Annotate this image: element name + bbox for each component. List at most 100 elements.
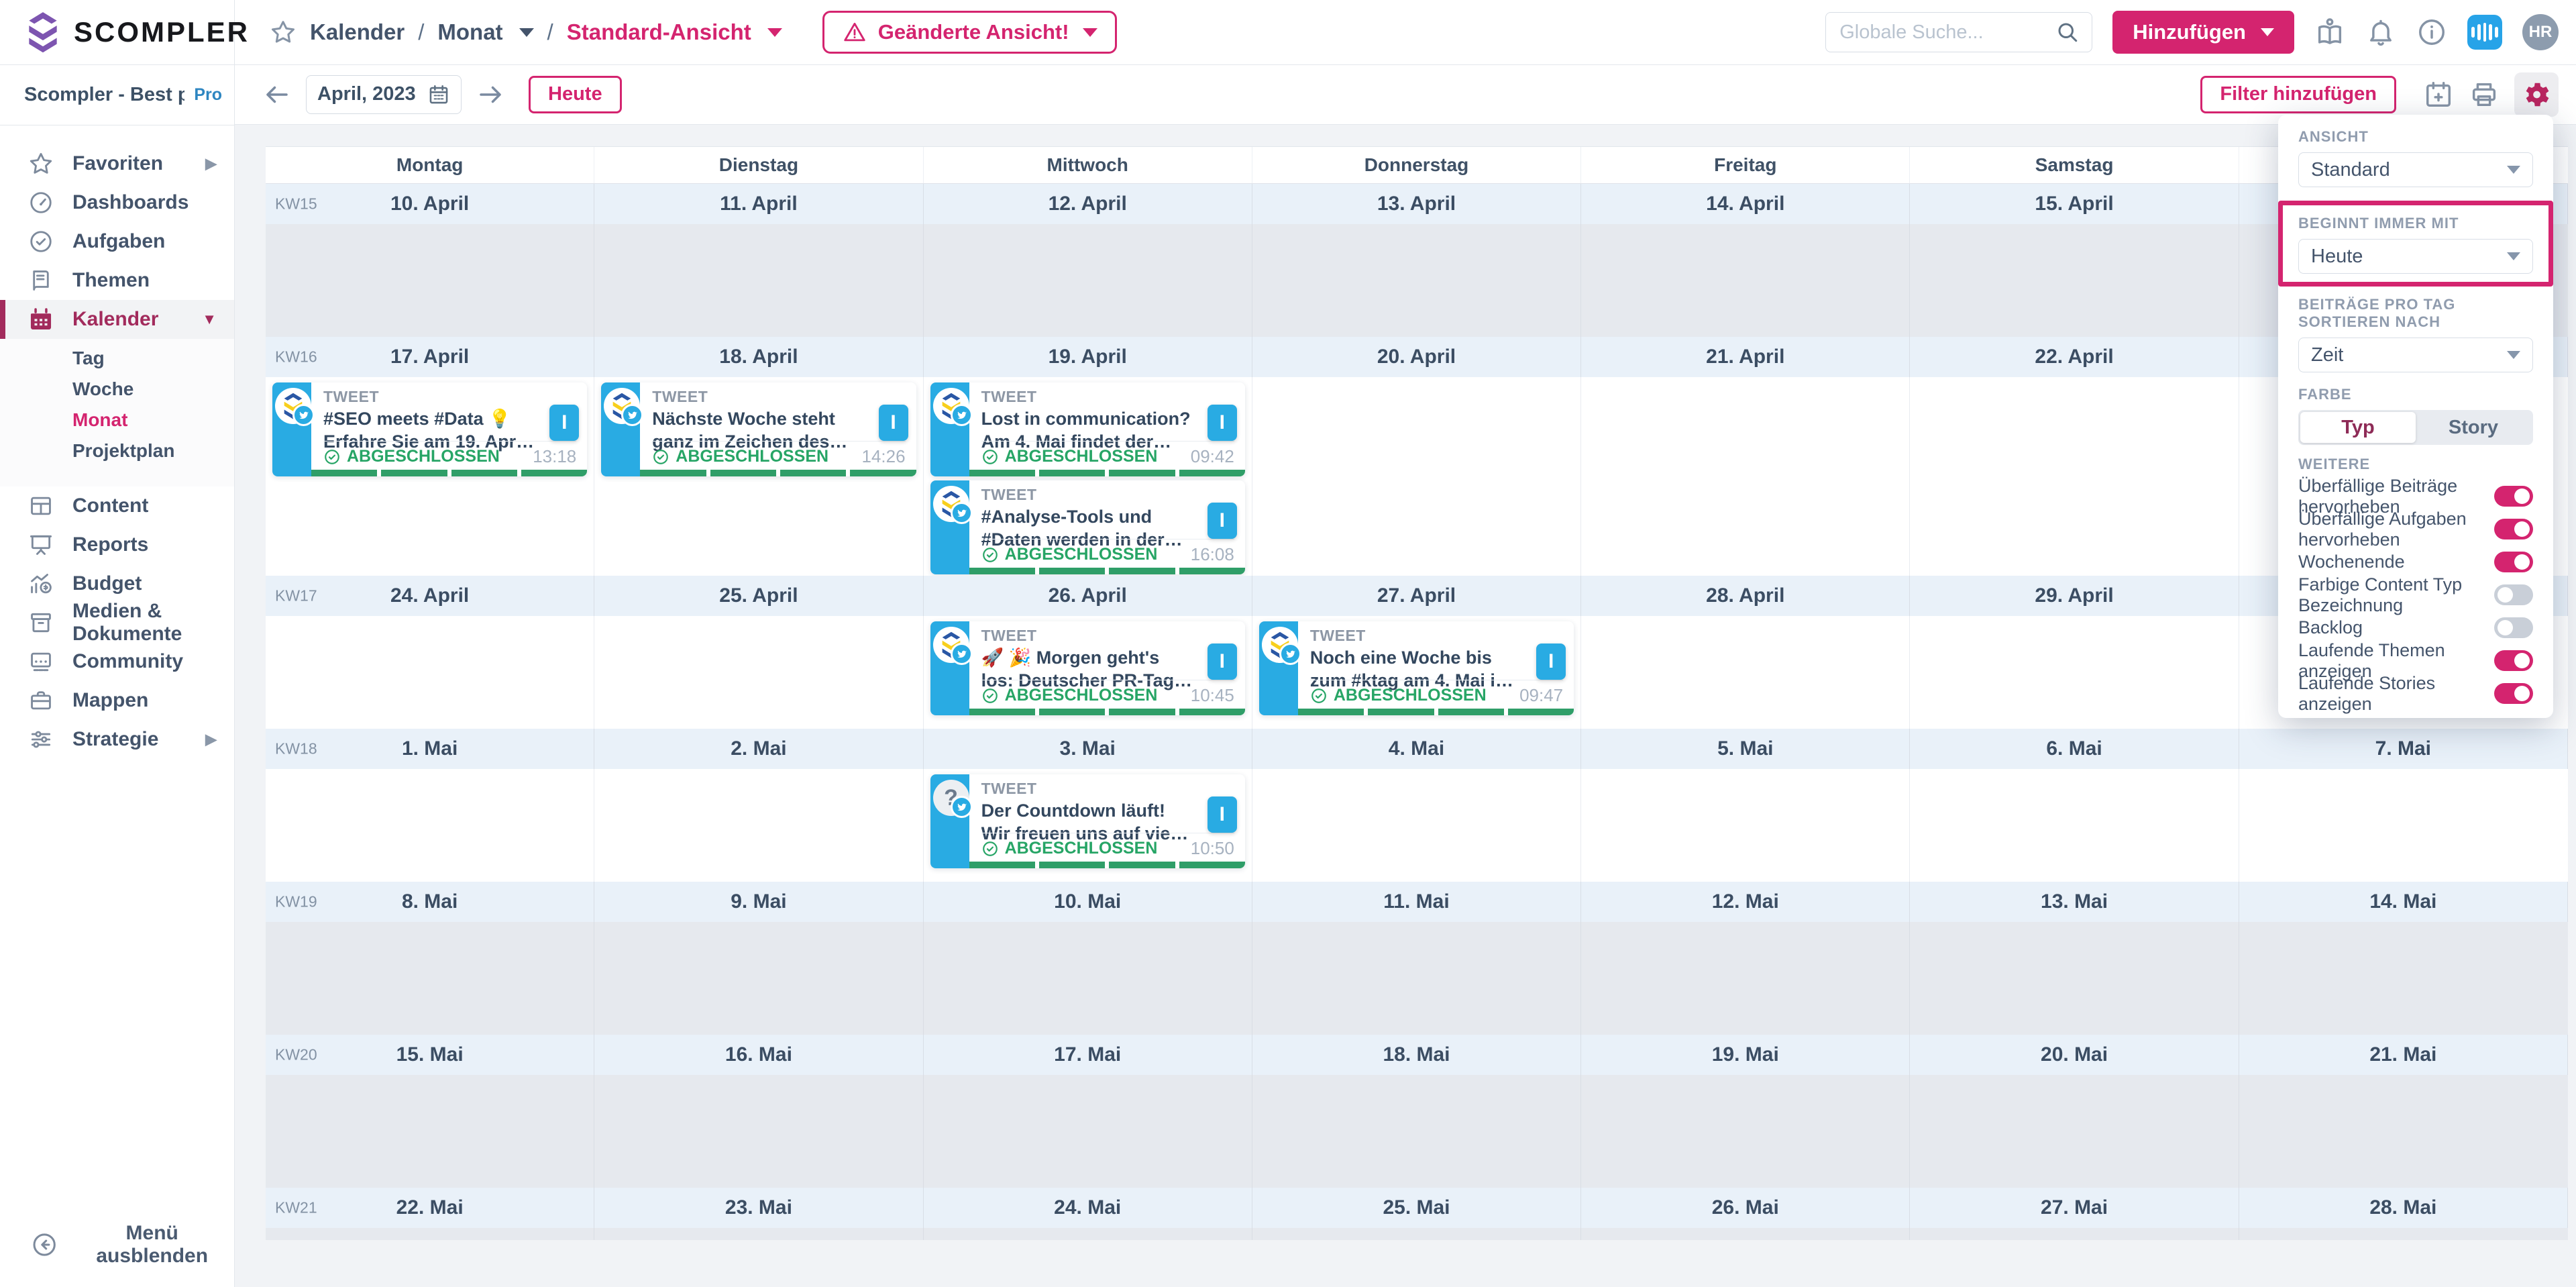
date-cell[interactable]: 24. Mai	[924, 1188, 1252, 1228]
toggle-switch[interactable]	[2494, 584, 2533, 605]
day-cell[interactable]	[1910, 616, 2239, 729]
card-assignee-badge[interactable]: I	[1207, 644, 1237, 680]
date-cell[interactable]: 27. April	[1252, 576, 1582, 616]
day-cell[interactable]: TWEET Lost in communication? Am 4. Mai fi…	[924, 377, 1252, 578]
sidebar-subitem-woche[interactable]: Woche	[0, 374, 234, 405]
sidebar-item-content[interactable]: Content	[0, 486, 234, 525]
date-cell[interactable]: 6. Mai	[1910, 729, 2239, 769]
search-input[interactable]	[1838, 20, 2049, 44]
day-cell[interactable]: TWEET 🚀 🎉 Morgen geht's los: Deutscher PR…	[924, 616, 1252, 729]
day-cell[interactable]	[1910, 922, 2239, 1035]
date-cell[interactable]: 21. April	[1581, 337, 1911, 377]
day-cell[interactable]	[594, 1075, 924, 1188]
day-cell[interactable]	[2239, 1075, 2568, 1188]
breadcrumb-item-kalender[interactable]: Kalender	[310, 19, 405, 45]
chevron-down-icon[interactable]	[767, 28, 782, 37]
tweet-card[interactable]: TWEET Nächste Woche steht ganz im Zeichen…	[601, 382, 916, 476]
workspace-switcher[interactable]: Scompler - Best practi... Pro	[0, 64, 234, 125]
day-cell[interactable]	[594, 616, 924, 729]
info-button[interactable]	[2416, 17, 2447, 48]
card-assignee-badge[interactable]: I	[878, 405, 908, 441]
sidebar-item-medien-dokumente[interactable]: Medien & Dokumente	[0, 600, 234, 645]
day-cell[interactable]	[1252, 377, 1582, 578]
day-cell[interactable]	[924, 224, 1252, 337]
day-cell[interactable]	[1581, 377, 1911, 578]
intercom-messenger-button[interactable]	[2467, 15, 2502, 50]
day-cell[interactable]	[1910, 1075, 2239, 1188]
date-cell[interactable]: 20. Mai	[1910, 1035, 2239, 1075]
day-cell[interactable]	[1581, 1228, 1911, 1240]
favorite-star-icon[interactable]	[270, 19, 297, 46]
breadcrumb-item-monat[interactable]: Monat	[437, 19, 502, 45]
day-cell[interactable]: TWEET #SEO meets #Data 💡 Erfahre Sie am 1…	[266, 377, 595, 578]
chevron-down-icon[interactable]	[519, 28, 534, 37]
date-cell[interactable]: 14. April	[1581, 184, 1911, 224]
date-cell[interactable]: 11. Mai	[1252, 882, 1582, 922]
date-cell[interactable]: 25. April	[594, 576, 924, 616]
date-cell[interactable]: 11. April	[594, 184, 924, 224]
day-cell[interactable]	[2239, 922, 2568, 1035]
sidebar-item-strategie[interactable]: Strategie ▶	[0, 720, 234, 759]
date-cell[interactable]: 5. Mai	[1581, 729, 1911, 769]
sort-select[interactable]: Zeit	[2298, 338, 2533, 372]
date-cell[interactable]: 9. Mai	[594, 882, 924, 922]
date-cell[interactable]: 27. Mai	[1910, 1188, 2239, 1228]
day-cell[interactable]	[1252, 1228, 1582, 1240]
date-cell[interactable]: 14. Mai	[2239, 882, 2568, 922]
subscribe-calendar-button[interactable]	[2423, 79, 2454, 110]
day-cell[interactable]	[1910, 224, 2239, 337]
card-assignee-badge[interactable]: I	[1207, 796, 1237, 833]
day-cell[interactable]	[1910, 1228, 2239, 1240]
date-cell[interactable]: 13. Mai	[1910, 882, 2239, 922]
day-cell[interactable]	[1252, 224, 1582, 337]
date-cell[interactable]: 3. Mai	[924, 729, 1252, 769]
day-cell[interactable]	[266, 1075, 595, 1188]
date-cell[interactable]: 10. Mai	[924, 882, 1252, 922]
card-assignee-badge[interactable]: I	[1207, 503, 1237, 539]
toggle-switch[interactable]	[2494, 650, 2533, 671]
day-cell[interactable]	[266, 224, 595, 337]
today-button[interactable]: Heute	[529, 75, 622, 113]
day-cell[interactable]	[924, 1228, 1252, 1240]
add-filter-button[interactable]: Filter hinzufügen	[2200, 75, 2396, 113]
toggle-switch[interactable]	[2494, 683, 2533, 704]
day-cell[interactable]: ? TWEET Der Countdown läuft! Wir freuen un…	[924, 769, 1252, 882]
date-cell[interactable]: 26. April	[924, 576, 1252, 616]
day-cell[interactable]: TWEET Noch eine Woche bis zum #ktag am 4.…	[1252, 616, 1582, 729]
app-logo[interactable]: SCOMPLER	[0, 0, 248, 64]
day-cell[interactable]	[594, 769, 924, 882]
tweet-card[interactable]: TWEET 🚀 🎉 Morgen geht's los: Deutscher PR…	[930, 621, 1245, 715]
date-cell[interactable]: 17. Mai	[924, 1035, 1252, 1075]
toggle-switch[interactable]	[2494, 486, 2533, 507]
calendar-settings-button[interactable]	[2514, 72, 2559, 117]
sidebar-item-kalender[interactable]: Kalender ▼	[0, 300, 234, 339]
day-cell[interactable]	[1252, 769, 1582, 882]
date-cell[interactable]: 28. April	[1581, 576, 1911, 616]
day-cell[interactable]	[1581, 616, 1911, 729]
tweet-card[interactable]: TWEET Lost in communication? Am 4. Mai fi…	[930, 382, 1245, 476]
sidebar-item-reports[interactable]: Reports	[0, 525, 234, 564]
user-avatar[interactable]: HR	[2522, 14, 2559, 50]
tweet-card[interactable]: ? TWEET Der Countdown läuft! Wir freuen un…	[930, 774, 1245, 868]
month-picker[interactable]: April, 2023	[306, 74, 462, 114]
day-cell[interactable]	[1910, 377, 2239, 578]
hide-menu-button[interactable]: Menü ausblenden	[27, 1221, 234, 1268]
global-search[interactable]	[1825, 12, 2093, 52]
date-cell[interactable]: 19. April	[924, 337, 1252, 377]
day-cell[interactable]	[1252, 922, 1582, 1035]
day-cell[interactable]	[1910, 769, 2239, 882]
card-assignee-badge[interactable]: I	[1207, 405, 1237, 441]
day-cell[interactable]	[924, 922, 1252, 1035]
sidebar-item-themen[interactable]: Themen	[0, 261, 234, 300]
day-cell[interactable]	[266, 1228, 595, 1240]
search-icon[interactable]	[2055, 20, 2080, 44]
tweet-card[interactable]: TWEET #Analyse-Tools und #Daten werden in…	[930, 480, 1245, 574]
tweet-card[interactable]: TWEET Noch eine Woche bis zum #ktag am 4.…	[1258, 621, 1574, 715]
day-cell[interactable]	[1581, 224, 1911, 337]
date-cell[interactable]: 4. Mai	[1252, 729, 1582, 769]
date-cell[interactable]: 28. Mai	[2239, 1188, 2568, 1228]
date-cell[interactable]: 20. April	[1252, 337, 1582, 377]
card-assignee-badge[interactable]: I	[1536, 644, 1566, 680]
date-cell[interactable]: 15. April	[1910, 184, 2239, 224]
sidebar-item-budget[interactable]: Budget	[0, 564, 234, 603]
